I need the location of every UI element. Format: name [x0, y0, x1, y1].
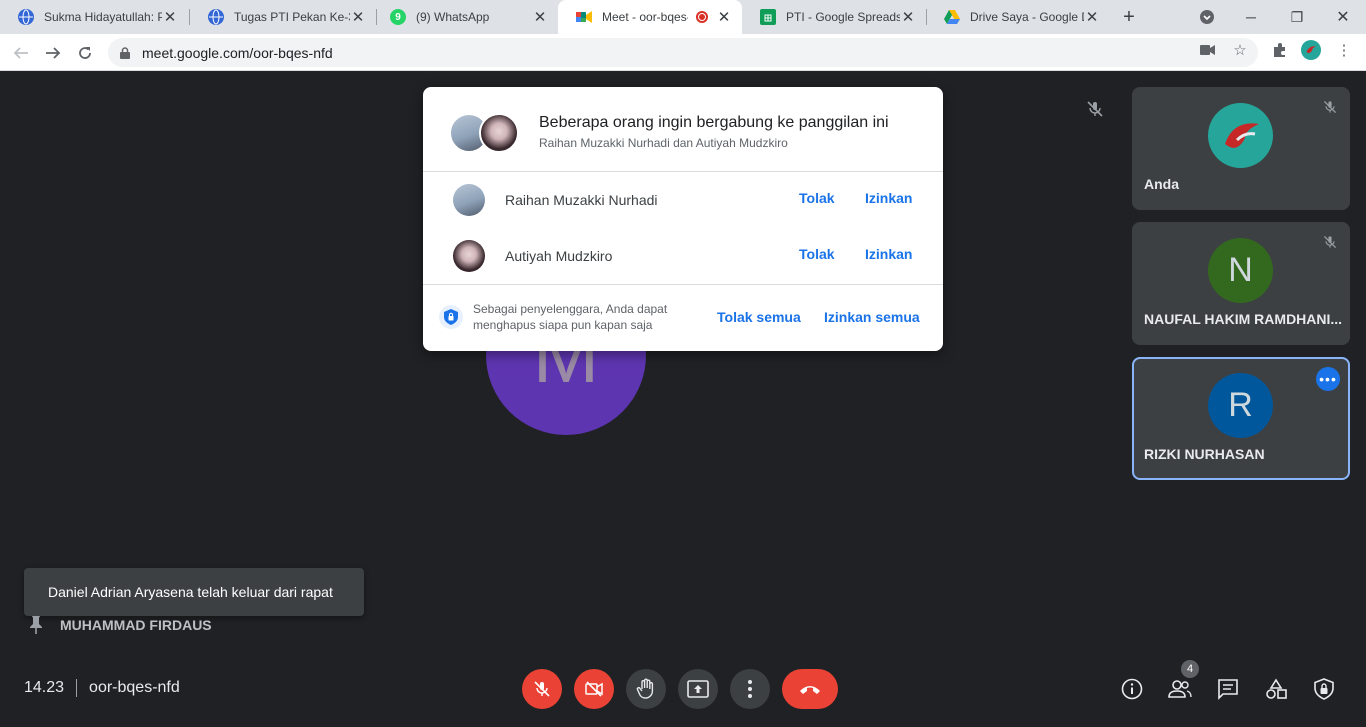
deny-button[interactable]: Tolak	[799, 246, 835, 262]
host-controls-icon[interactable]	[1310, 675, 1338, 703]
tab-drive[interactable]: Drive Saya - Google D ✕	[926, 0, 1110, 34]
tab-whatsapp[interactable]: 9 (9) WhatsApp ✕	[372, 0, 558, 34]
deny-all-button[interactable]: Tolak semua	[717, 309, 801, 325]
request-row: Autiyah Mudzkiro Tolak Izinkan	[423, 228, 943, 284]
dialog-title: Beberapa orang ingin bergabung ke panggi…	[539, 114, 889, 131]
tab-meet[interactable]: Meet - oor-bqes- ✕	[558, 0, 742, 34]
participant-tile-rizki[interactable]: R ••• RIZKI NURHASAN	[1132, 357, 1350, 480]
participants-count-badge: 4	[1181, 660, 1199, 678]
tab-title: PTI - Google Spreadsh	[786, 10, 900, 24]
extensions-icon[interactable]	[1270, 40, 1290, 60]
tab-sukma[interactable]: Sukma Hidayatullah: P ✕	[0, 0, 188, 34]
meeting-code: oor-bqes-nfd	[89, 679, 180, 696]
shield-lock-icon	[439, 305, 463, 329]
present-screen-button[interactable]	[678, 669, 718, 709]
reload-button[interactable]	[72, 40, 98, 66]
mic-off-icon	[1085, 99, 1105, 119]
tab-strip: Sukma Hidayatullah: P ✕ Tugas PTI Pekan …	[0, 0, 1366, 34]
participant-name: RIZKI NURHASAN	[1144, 446, 1265, 462]
deny-button[interactable]: Tolak	[799, 190, 835, 206]
footer-text: Sebagai penyelenggara, Anda dapat mengha…	[473, 302, 668, 332]
dialog-footer: Sebagai penyelenggara, Anda dapat mengha…	[423, 285, 943, 351]
requesters-avatars	[449, 113, 521, 153]
sheets-icon	[760, 9, 776, 25]
restore-button[interactable]: ❐	[1274, 0, 1320, 34]
clock-time: 14.23	[24, 679, 65, 696]
globe-icon	[18, 9, 34, 25]
activities-icon[interactable]	[1262, 675, 1290, 703]
participant-name: NAUFAL HAKIM RAMDHANI...	[1144, 311, 1343, 327]
tab-spreadsheet[interactable]: PTI - Google Spreadsh ✕	[742, 0, 926, 34]
more-options-button[interactable]: •••	[1316, 367, 1340, 391]
mic-off-icon	[1322, 99, 1338, 115]
bookmark-star-icon[interactable]: ☆	[1230, 40, 1250, 60]
admit-button[interactable]: Izinkan	[865, 190, 912, 206]
url-text: meet.google.com/oor-bqes-nfd	[142, 45, 333, 61]
divider	[76, 679, 78, 697]
requester-name: Raihan Muzakki Nurhadi	[505, 192, 658, 208]
whatsapp-icon: 9	[390, 9, 406, 25]
participant-name: Anda	[1144, 176, 1179, 192]
chrome-menu-icon[interactable]: ⋮	[1334, 40, 1354, 60]
tab-search-button[interactable]	[1184, 0, 1230, 34]
meeting-details-text: 14.23 oor-bqes-nfd	[24, 679, 180, 697]
tab-title: (9) WhatsApp	[416, 10, 490, 24]
new-tab-button[interactable]: +	[1106, 0, 1152, 34]
avatar	[453, 240, 485, 272]
close-icon[interactable]: ✕	[162, 8, 178, 26]
dialog-subtitle: Raihan Muzakki Nurhadi dan Autiyah Mudzk…	[539, 136, 788, 150]
profile-avatar[interactable]	[1301, 40, 1321, 60]
camera-icon[interactable]	[1198, 40, 1218, 60]
leave-call-button[interactable]	[782, 669, 838, 709]
participant-tile-naufal[interactable]: N NAUFAL HAKIM RAMDHANI...	[1132, 222, 1350, 345]
participant-tile-self[interactable]: Anda	[1132, 87, 1350, 210]
camera-toggle-button[interactable]	[574, 669, 614, 709]
close-icon[interactable]: ✕	[716, 8, 732, 26]
requester-name: Autiyah Mudzkiro	[505, 248, 613, 264]
avatar	[479, 113, 519, 153]
pin-icon	[28, 615, 44, 635]
globe-icon	[208, 9, 224, 25]
back-button[interactable]	[8, 40, 34, 66]
mic-off-icon	[1322, 234, 1338, 250]
lock-icon	[120, 46, 130, 59]
participants-icon[interactable]	[1166, 675, 1194, 703]
more-options-button[interactable]	[730, 669, 770, 709]
forward-button[interactable]	[40, 40, 66, 66]
tab-title: Sukma Hidayatullah: P	[44, 10, 162, 24]
close-icon[interactable]: ✕	[1084, 8, 1100, 26]
window-close-button[interactable]: ✕	[1320, 0, 1366, 34]
presenter-label: MUHAMMAD FIRDAUS	[28, 615, 212, 635]
admit-all-button[interactable]: Izinkan semua	[824, 309, 920, 325]
close-icon[interactable]: ✕	[350, 8, 366, 26]
close-icon[interactable]: ✕	[532, 8, 548, 26]
avatar	[453, 184, 485, 216]
tab-title: Drive Saya - Google D	[970, 10, 1084, 24]
presenter-name: MUHAMMAD FIRDAUS	[60, 617, 212, 633]
notification-toast: Daniel Adrian Aryasena telah keluar dari…	[24, 568, 364, 616]
mic-toggle-button[interactable]	[522, 669, 562, 709]
tab-title: Meet - oor-bqes-	[602, 10, 688, 24]
tab-title: Tugas PTI Pekan Ke-3.	[234, 10, 350, 24]
close-icon[interactable]: ✕	[900, 8, 916, 26]
admit-button[interactable]: Izinkan	[865, 246, 912, 262]
recording-icon	[696, 11, 708, 23]
meet-icon	[576, 9, 592, 25]
avatar: N	[1208, 238, 1273, 303]
minimize-button[interactable]: ─	[1228, 0, 1274, 34]
browser-toolbar: meet.google.com/oor-bqes-nfd ☆ ⋮	[0, 34, 1366, 71]
info-icon[interactable]	[1118, 675, 1146, 703]
tab-tugas-pti[interactable]: Tugas PTI Pekan Ke-3. ✕	[190, 0, 376, 34]
drive-icon	[944, 9, 960, 25]
join-request-dialog: Beberapa orang ingin bergabung ke panggi…	[423, 87, 943, 351]
address-bar[interactable]: meet.google.com/oor-bqes-nfd	[108, 38, 1258, 67]
request-row: Raihan Muzakki Nurhadi Tolak Izinkan	[423, 172, 943, 228]
avatar	[1208, 103, 1273, 168]
avatar: R	[1208, 373, 1273, 438]
chat-icon[interactable]	[1214, 675, 1242, 703]
raise-hand-button[interactable]	[626, 669, 666, 709]
